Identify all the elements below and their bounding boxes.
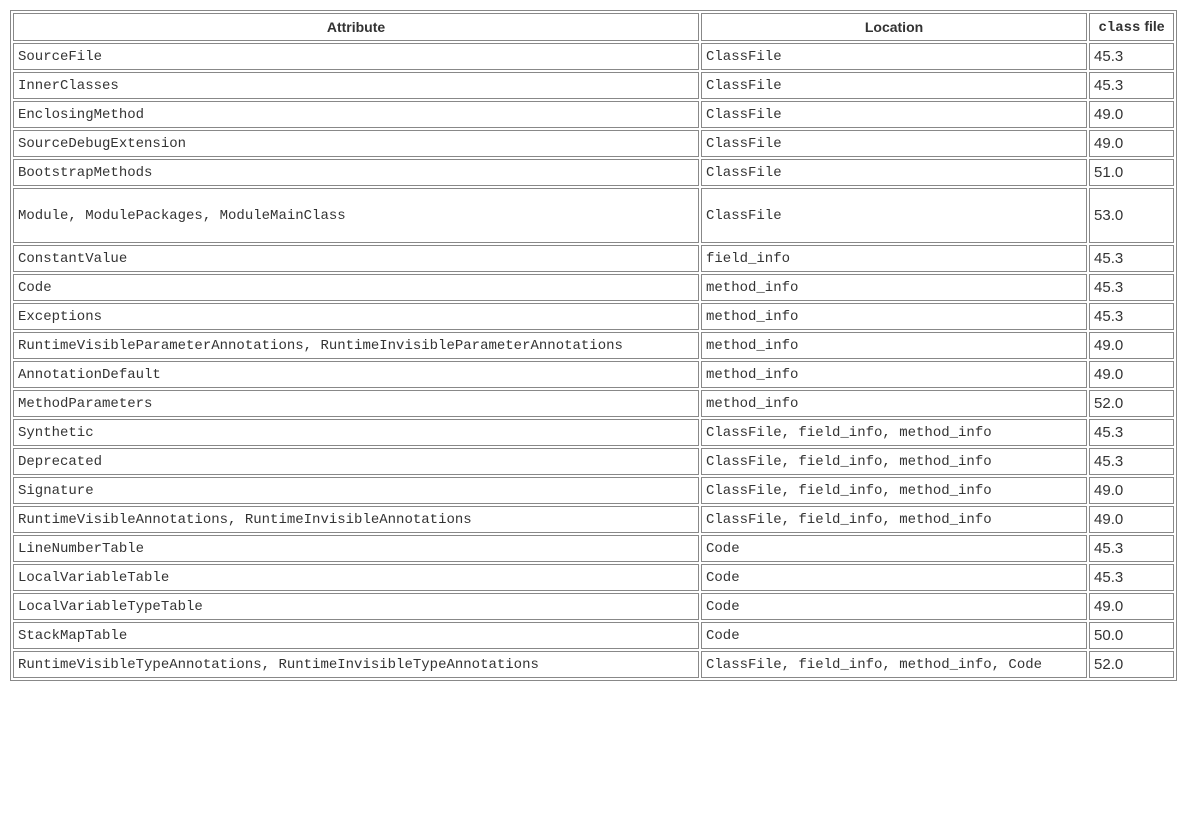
table-header-row: Attribute Location class file	[13, 13, 1174, 41]
cell-version: 52.0	[1089, 651, 1174, 678]
table-row: SourceDebugExtensionClassFile49.0	[13, 130, 1174, 157]
cell-attribute: RuntimeVisibleTypeAnnotations, RuntimeIn…	[13, 651, 699, 678]
cell-location: ClassFile	[701, 130, 1087, 157]
cell-location: method_info	[701, 332, 1087, 359]
cell-version: 45.3	[1089, 274, 1174, 301]
cell-version: 45.3	[1089, 303, 1174, 330]
table-row: InnerClassesClassFile45.3	[13, 72, 1174, 99]
table-row: SignatureClassFile, field_info, method_i…	[13, 477, 1174, 504]
cell-location: Code	[701, 535, 1087, 562]
cell-version: 45.3	[1089, 43, 1174, 70]
cell-location: Code	[701, 622, 1087, 649]
table-row: LocalVariableTableCode45.3	[13, 564, 1174, 591]
table-row: EnclosingMethodClassFile49.0	[13, 101, 1174, 128]
table-row: SyntheticClassFile, field_info, method_i…	[13, 419, 1174, 446]
table-row: Codemethod_info45.3	[13, 274, 1174, 301]
cell-attribute: BootstrapMethods	[13, 159, 699, 186]
table-row: SourceFileClassFile45.3	[13, 43, 1174, 70]
table-row: AnnotationDefaultmethod_info49.0	[13, 361, 1174, 388]
cell-version: 45.3	[1089, 419, 1174, 446]
cell-version: 49.0	[1089, 477, 1174, 504]
cell-version: 49.0	[1089, 361, 1174, 388]
cell-location: method_info	[701, 361, 1087, 388]
cell-location: method_info	[701, 303, 1087, 330]
cell-location: Code	[701, 593, 1087, 620]
cell-attribute: RuntimeVisibleParameterAnnotations, Runt…	[13, 332, 699, 359]
table-body: SourceFileClassFile45.3InnerClassesClass…	[13, 43, 1174, 678]
cell-location: method_info	[701, 274, 1087, 301]
cell-attribute: Signature	[13, 477, 699, 504]
cell-attribute: MethodParameters	[13, 390, 699, 417]
table-row: StackMapTableCode50.0	[13, 622, 1174, 649]
cell-version: 51.0	[1089, 159, 1174, 186]
cell-location: method_info	[701, 390, 1087, 417]
header-classfile: class file	[1089, 13, 1174, 41]
cell-attribute: Code	[13, 274, 699, 301]
cell-version: 49.0	[1089, 130, 1174, 157]
header-location: Location	[701, 13, 1087, 41]
table-row: RuntimeVisibleParameterAnnotations, Runt…	[13, 332, 1174, 359]
cell-location: ClassFile	[701, 101, 1087, 128]
table-row: RuntimeVisibleAnnotations, RuntimeInvisi…	[13, 506, 1174, 533]
cell-version: 53.0	[1089, 188, 1174, 243]
cell-version: 49.0	[1089, 101, 1174, 128]
cell-location: ClassFile	[701, 72, 1087, 99]
cell-location: ClassFile, field_info, method_info	[701, 419, 1087, 446]
table-row: LocalVariableTypeTableCode49.0	[13, 593, 1174, 620]
cell-version: 50.0	[1089, 622, 1174, 649]
cell-attribute: LocalVariableTypeTable	[13, 593, 699, 620]
cell-version: 45.3	[1089, 535, 1174, 562]
cell-version: 45.3	[1089, 72, 1174, 99]
table-row: Module, ModulePackages, ModuleMainClassC…	[13, 188, 1174, 243]
cell-attribute: LineNumberTable	[13, 535, 699, 562]
table-row: DeprecatedClassFile, field_info, method_…	[13, 448, 1174, 475]
cell-location: Code	[701, 564, 1087, 591]
cell-attribute: SourceFile	[13, 43, 699, 70]
cell-version: 52.0	[1089, 390, 1174, 417]
cell-version: 45.3	[1089, 245, 1174, 272]
cell-attribute: SourceDebugExtension	[13, 130, 699, 157]
attributes-table: Attribute Location class file SourceFile…	[10, 10, 1177, 681]
cell-location: field_info	[701, 245, 1087, 272]
cell-version: 45.3	[1089, 448, 1174, 475]
cell-location: ClassFile, field_info, method_info	[701, 477, 1087, 504]
header-classfile-text: file	[1140, 18, 1164, 34]
cell-attribute: EnclosingMethod	[13, 101, 699, 128]
cell-version: 49.0	[1089, 332, 1174, 359]
cell-location: ClassFile, field_info, method_info	[701, 448, 1087, 475]
cell-attribute: StackMapTable	[13, 622, 699, 649]
cell-location: ClassFile	[701, 188, 1087, 243]
cell-attribute: Synthetic	[13, 419, 699, 446]
header-attribute: Attribute	[13, 13, 699, 41]
cell-version: 49.0	[1089, 593, 1174, 620]
cell-location: ClassFile, field_info, method_info, Code	[701, 651, 1087, 678]
cell-location: ClassFile	[701, 43, 1087, 70]
cell-attribute: LocalVariableTable	[13, 564, 699, 591]
table-row: RuntimeVisibleTypeAnnotations, RuntimeIn…	[13, 651, 1174, 678]
cell-attribute: ConstantValue	[13, 245, 699, 272]
cell-attribute: Module, ModulePackages, ModuleMainClass	[13, 188, 699, 243]
table-row: ConstantValuefield_info45.3	[13, 245, 1174, 272]
cell-attribute: InnerClasses	[13, 72, 699, 99]
table-row: BootstrapMethodsClassFile51.0	[13, 159, 1174, 186]
cell-version: 45.3	[1089, 564, 1174, 591]
cell-attribute: RuntimeVisibleAnnotations, RuntimeInvisi…	[13, 506, 699, 533]
cell-location: ClassFile	[701, 159, 1087, 186]
table-row: LineNumberTableCode45.3	[13, 535, 1174, 562]
table-row: MethodParametersmethod_info52.0	[13, 390, 1174, 417]
header-classfile-code: class	[1098, 20, 1140, 36]
cell-version: 49.0	[1089, 506, 1174, 533]
table-row: Exceptionsmethod_info45.3	[13, 303, 1174, 330]
cell-attribute: Deprecated	[13, 448, 699, 475]
cell-location: ClassFile, field_info, method_info	[701, 506, 1087, 533]
cell-attribute: Exceptions	[13, 303, 699, 330]
cell-attribute: AnnotationDefault	[13, 361, 699, 388]
